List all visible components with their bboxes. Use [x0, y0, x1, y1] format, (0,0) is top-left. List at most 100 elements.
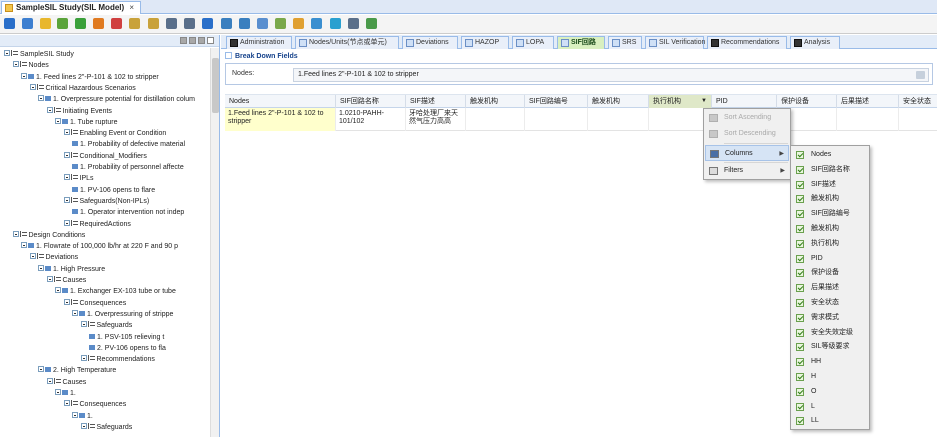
table-cell[interactable]: 1.0210-PAHH-101/102 [336, 108, 406, 131]
column-header[interactable]: 触发机构 [588, 95, 649, 108]
tab-0[interactable]: Administration [226, 36, 292, 49]
expand-toggle-icon[interactable] [63, 151, 70, 158]
expand-toggle-icon[interactable] [55, 287, 61, 294]
column-toggle[interactable]: 触发机构 [792, 192, 868, 206]
column-toggle[interactable]: O [792, 385, 868, 399]
table-cell[interactable]: 牙哈处理厂来天然气压力高高 [406, 108, 466, 131]
column-header[interactable]: 安全状态 [899, 95, 937, 108]
table-cell[interactable] [466, 108, 525, 131]
tree-node[interactable]: IPLs [63, 173, 94, 184]
document-tab[interactable]: SampleSIL Study(SIL Model) × [1, 1, 142, 14]
expand-toggle-icon[interactable] [12, 230, 19, 237]
tree-icon[interactable] [221, 18, 232, 29]
tree-node[interactable]: 1. Tube rupture [55, 117, 117, 128]
checkbox-checked-icon[interactable] [796, 328, 804, 337]
column-header[interactable]: Nodes [225, 95, 336, 108]
column-header[interactable]: SIF描述 [406, 95, 466, 108]
expand-toggle-icon[interactable] [63, 400, 70, 407]
checkbox-checked-icon[interactable] [796, 358, 804, 367]
expand-toggle-icon[interactable] [21, 72, 27, 79]
column-header[interactable]: 后果描述 [837, 95, 899, 108]
tree-node[interactable]: Initiating Events [46, 106, 112, 117]
table-cell[interactable] [588, 108, 649, 131]
expand-toggle-icon[interactable] [29, 83, 36, 90]
link-icon[interactable] [293, 18, 304, 29]
restore-icon[interactable] [207, 37, 214, 44]
tree-node[interactable]: 1. Exchanger EX-103 tube or tube [55, 286, 176, 297]
tree-node[interactable]: 1. Feed lines 2"-P-101 & 102 to stripper [21, 72, 159, 83]
save-icon[interactable] [4, 18, 15, 29]
expand-toggle-icon[interactable] [80, 321, 87, 328]
checkbox-checked-icon[interactable] [796, 165, 804, 174]
checkbox-checked-icon[interactable] [796, 313, 804, 322]
expand-toggle-icon[interactable] [63, 298, 70, 305]
column-header[interactable]: SIF回路名称 [336, 95, 406, 108]
tree-node[interactable]: 1. Overpressuring of strippe [72, 309, 173, 320]
cut-icon[interactable] [111, 18, 122, 29]
column-menu-arrow-icon[interactable]: ▼ [701, 95, 707, 108]
tab-1[interactable]: Nodes/Units(节点或单元) [295, 36, 399, 49]
column-header[interactable]: SIF回路编号 [525, 95, 588, 108]
tab-5[interactable]: SIF回路 [557, 36, 605, 49]
expand-icon[interactable] [189, 37, 196, 44]
expand-toggle-icon[interactable] [46, 276, 53, 282]
column-toggle[interactable]: HH [792, 355, 868, 369]
column-toggle[interactable]: Nodes [792, 148, 868, 162]
column-toggle[interactable]: L [792, 400, 868, 414]
column-toggle[interactable]: H [792, 370, 868, 384]
tree-node[interactable]: Safeguards [80, 422, 132, 433]
expand-toggle-icon[interactable] [80, 355, 87, 362]
checkbox-checked-icon[interactable] [796, 225, 804, 233]
table-cell[interactable]: 1.Feed lines 2"-P-101 & 102 to stripper [225, 108, 336, 131]
expand-toggle-icon[interactable] [38, 366, 44, 373]
checkbox-checked-icon[interactable] [796, 254, 804, 263]
tree-node[interactable]: 1. Probability of defective material [72, 139, 185, 150]
table-icon[interactable] [257, 18, 268, 29]
tree-node[interactable]: SampleSIL Study [4, 49, 74, 60]
tree-node[interactable]: Recommendations [80, 354, 155, 365]
tree-node[interactable]: Causes [46, 377, 86, 388]
dropdown-icon[interactable] [348, 18, 359, 29]
add-icon[interactable] [75, 18, 86, 29]
tree-node[interactable]: 1. PSV-105 relieving t [89, 332, 164, 343]
expand-toggle-icon[interactable] [63, 219, 70, 226]
scrollbar-thumb[interactable] [212, 58, 219, 113]
tab-8[interactable]: Recommendations [707, 36, 787, 49]
tab-4[interactable]: LOPA [512, 36, 554, 49]
tree-node[interactable]: Safeguards [80, 320, 132, 331]
menu-item-sort-descending[interactable]: Sort Descending [705, 126, 789, 142]
globe-icon[interactable] [330, 18, 341, 29]
nodes-combobox[interactable]: 1.Feed lines 2"-P-101 & 102 to stripper [293, 68, 929, 82]
checkbox-checked-icon[interactable] [796, 180, 804, 189]
minimize-icon[interactable] [198, 37, 205, 44]
refresh-icon[interactable] [311, 18, 322, 29]
column-toggle[interactable]: 后果描述 [792, 281, 868, 295]
column-toggle[interactable]: 安全状态 [792, 296, 868, 310]
menu-item-filter[interactable]: Filters ▶ [705, 163, 789, 179]
column-header[interactable]: 触发机构 [466, 95, 525, 108]
column-toggle[interactable]: SIF回路名称 [792, 163, 868, 177]
expand-toggle-icon[interactable] [4, 50, 10, 56]
column-toggle[interactable]: 保护设备 [792, 266, 868, 280]
tree-node[interactable]: 1. [55, 388, 76, 399]
close-icon[interactable]: × [129, 3, 134, 12]
column-toggle[interactable]: 触发机构 [792, 222, 868, 236]
tab-7[interactable]: SIL Verification [645, 36, 705, 49]
column-toggle[interactable]: SIF回路编号 [792, 207, 868, 221]
copy-icon[interactable] [129, 18, 140, 29]
collapse-icon[interactable] [180, 37, 187, 44]
expand-toggle-icon[interactable] [12, 61, 19, 68]
expand-toggle-icon[interactable] [80, 422, 87, 429]
folder-icon[interactable] [40, 18, 51, 29]
column-toggle[interactable]: 执行机构 [792, 237, 868, 251]
expand-toggle-icon[interactable] [46, 106, 53, 113]
image-icon[interactable] [366, 18, 377, 29]
expand-toggle-icon[interactable] [29, 253, 36, 260]
checkbox-checked-icon[interactable] [796, 402, 804, 411]
checkbox-checked-icon[interactable] [796, 417, 804, 426]
tab-6[interactable]: SRS [608, 36, 642, 49]
tree-node[interactable]: 1. [72, 411, 93, 422]
column-toggle[interactable]: SIF描述 [792, 178, 868, 192]
up-arrow-icon[interactable] [166, 18, 177, 29]
checkbox-checked-icon[interactable] [796, 343, 804, 352]
